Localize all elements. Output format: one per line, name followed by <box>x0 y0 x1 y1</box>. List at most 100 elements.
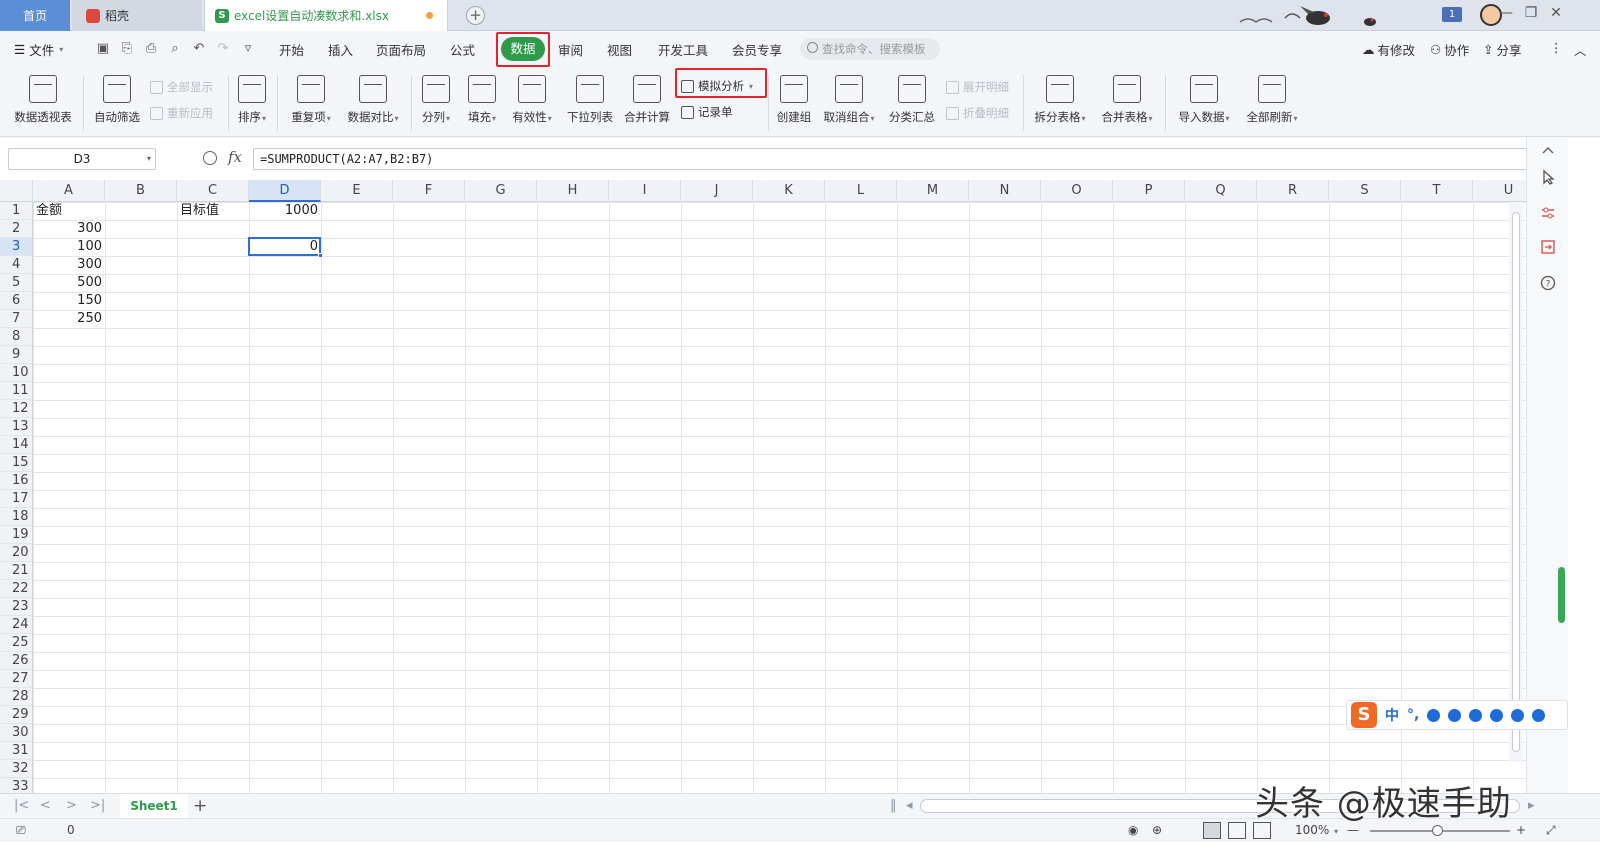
tab-page-layout[interactable]: 页面布局 <box>376 40 426 59</box>
close-icon[interactable]: ✕ <box>1545 5 1567 21</box>
column-header-l[interactable]: L <box>825 180 897 202</box>
tab-formula[interactable]: 公式 <box>450 40 475 59</box>
row-header-32[interactable]: 32 <box>0 760 32 778</box>
row-header-23[interactable]: 23 <box>0 598 32 616</box>
prev-sheet-icon[interactable]: < <box>40 798 51 813</box>
column-header-q[interactable]: Q <box>1185 180 1257 202</box>
cell-a6[interactable]: 150 <box>33 292 105 310</box>
row-header-2[interactable]: 2 <box>0 220 32 238</box>
insert-function-button[interactable]: fx <box>228 148 242 166</box>
column-header-g[interactable]: G <box>465 180 537 202</box>
help-icon[interactable]: ? <box>1540 275 1556 291</box>
split-table-button[interactable]: 拆分表格▾ <box>1031 75 1089 125</box>
command-search[interactable]: 查找命令、搜索模板 <box>800 38 940 60</box>
row-header-12[interactable]: 12 <box>0 400 32 418</box>
row-header-7[interactable]: 7 <box>0 310 32 328</box>
create-group-button[interactable]: 创建组 <box>775 75 813 125</box>
file-menu[interactable]: ☰ 文件 ▾ <box>14 40 63 59</box>
row-header-24[interactable]: 24 <box>0 616 32 634</box>
tab-home[interactable]: 首页 <box>0 0 70 31</box>
restore-icon[interactable]: ❐ <box>1520 5 1542 21</box>
formula-input[interactable]: =SUMPRODUCT(A2:A7,B2:B7) <box>253 148 1554 170</box>
sync-panel-icon[interactable] <box>1540 239 1556 255</box>
scroll-thumb[interactable] <box>1512 212 1520 752</box>
column-header-a[interactable]: A <box>33 180 105 202</box>
format-painter-icon[interactable]: ⎘ <box>117 39 137 59</box>
zoom-level[interactable]: 100% ▾ <box>1295 823 1338 837</box>
sort-button[interactable]: 排序▾ <box>235 75 269 125</box>
column-header-e[interactable]: E <box>321 180 393 202</box>
duplicates-button[interactable]: 重复项▾ <box>286 75 336 125</box>
zoom-out-button[interactable]: — <box>1347 823 1359 837</box>
tab-member[interactable]: 会员专享 <box>732 40 782 59</box>
row-header-21[interactable]: 21 <box>0 562 32 580</box>
chevron-up-icon[interactable] <box>1540 143 1556 159</box>
column-header-j[interactable]: J <box>681 180 753 202</box>
skin-icon[interactable] <box>1511 708 1525 722</box>
expand-detail-button[interactable]: 展开明细 <box>946 79 1009 95</box>
row-header-11[interactable]: 11 <box>0 382 32 400</box>
autofilter-button[interactable]: 自动筛选 <box>92 75 142 125</box>
tab-daoke[interactable]: 稻壳 <box>72 0 202 31</box>
row-header-29[interactable]: 29 <box>0 706 32 724</box>
eye-protect-icon[interactable]: ◉ <box>1128 823 1138 837</box>
zoom-in-button[interactable]: + <box>1516 823 1526 837</box>
cell-a1[interactable]: 金额 <box>33 202 105 220</box>
refresh-all-button[interactable]: 全部刷新▾ <box>1243 75 1301 125</box>
tab-view[interactable]: 视图 <box>607 40 632 59</box>
column-header-r[interactable]: R <box>1257 180 1329 202</box>
row-header-1[interactable]: 1 <box>0 202 32 220</box>
split-column-button[interactable]: 分列▾ <box>418 75 454 125</box>
cell-c1[interactable]: 目标值 <box>177 202 249 220</box>
share-button[interactable]: ⇪ 分享 <box>1483 40 1522 59</box>
ime-toolbar[interactable]: S 中 °, <box>1346 700 1568 730</box>
cell-a2[interactable]: 300 <box>33 220 105 238</box>
row-header-18[interactable]: 18 <box>0 508 32 526</box>
row-header-19[interactable]: 19 <box>0 526 32 544</box>
first-sheet-icon[interactable]: |< <box>14 798 29 813</box>
collapse-ribbon-icon[interactable]: ︿ <box>1574 40 1587 59</box>
merge-table-button[interactable]: 合并表格▾ <box>1098 75 1156 125</box>
row-header-26[interactable]: 26 <box>0 652 32 670</box>
punctuation-icon[interactable]: °, <box>1407 707 1419 723</box>
validity-button[interactable]: 有效性▾ <box>508 75 556 125</box>
column-header-d[interactable]: D <box>249 180 321 202</box>
consolidate-button[interactable]: 合并计算 <box>622 75 672 125</box>
collapse-detail-button[interactable]: 折叠明细 <box>946 105 1009 121</box>
row-header-16[interactable]: 16 <box>0 472 32 490</box>
tab-review[interactable]: 审阅 <box>558 40 583 59</box>
fullscreen-icon[interactable]: ⤢ <box>1546 823 1556 838</box>
column-header-h[interactable]: H <box>537 180 609 202</box>
tab-developer[interactable]: 开发工具 <box>658 40 708 59</box>
column-header-f[interactable]: F <box>393 180 465 202</box>
row-header-13[interactable]: 13 <box>0 418 32 436</box>
row-header-31[interactable]: 31 <box>0 742 32 760</box>
row-header-15[interactable]: 15 <box>0 454 32 472</box>
cell-a3[interactable]: 100 <box>33 238 105 256</box>
macro-record-icon[interactable]: ⎚ <box>16 823 26 838</box>
scroll-left-icon[interactable]: ◂ <box>906 798 913 813</box>
row-header-27[interactable]: 27 <box>0 670 32 688</box>
fill-handle[interactable] <box>318 253 323 258</box>
redo-icon[interactable]: ↷ <box>213 39 233 59</box>
pivot-table-button[interactable]: 数据透视表 <box>12 75 74 125</box>
notification-badge[interactable]: 1 <box>1442 7 1462 22</box>
print-preview-icon[interactable]: ⌕ <box>165 39 185 59</box>
row-header-20[interactable]: 20 <box>0 544 32 562</box>
tab-insert[interactable]: 插入 <box>328 40 353 59</box>
more-options-icon[interactable]: ⋮ <box>1550 40 1563 55</box>
cell-d1[interactable]: 1000 <box>249 202 321 220</box>
filter-settings-icon[interactable] <box>1540 205 1556 221</box>
row-header-6[interactable]: 6 <box>0 292 32 310</box>
emoji-icon[interactable] <box>1427 708 1441 722</box>
next-sheet-icon[interactable]: > <box>66 798 77 813</box>
cursor-select-icon[interactable] <box>1540 169 1556 185</box>
undo-icon[interactable]: ↶ <box>189 39 209 59</box>
toolbox-icon[interactable] <box>1532 708 1546 722</box>
select-all-corner[interactable] <box>0 180 33 202</box>
row-header-14[interactable]: 14 <box>0 436 32 454</box>
last-sheet-icon[interactable]: >| <box>90 798 105 813</box>
row-header-25[interactable]: 25 <box>0 634 32 652</box>
zoom-formula-icon[interactable] <box>203 151 217 165</box>
import-data-button[interactable]: 导入数据▾ <box>1175 75 1233 125</box>
